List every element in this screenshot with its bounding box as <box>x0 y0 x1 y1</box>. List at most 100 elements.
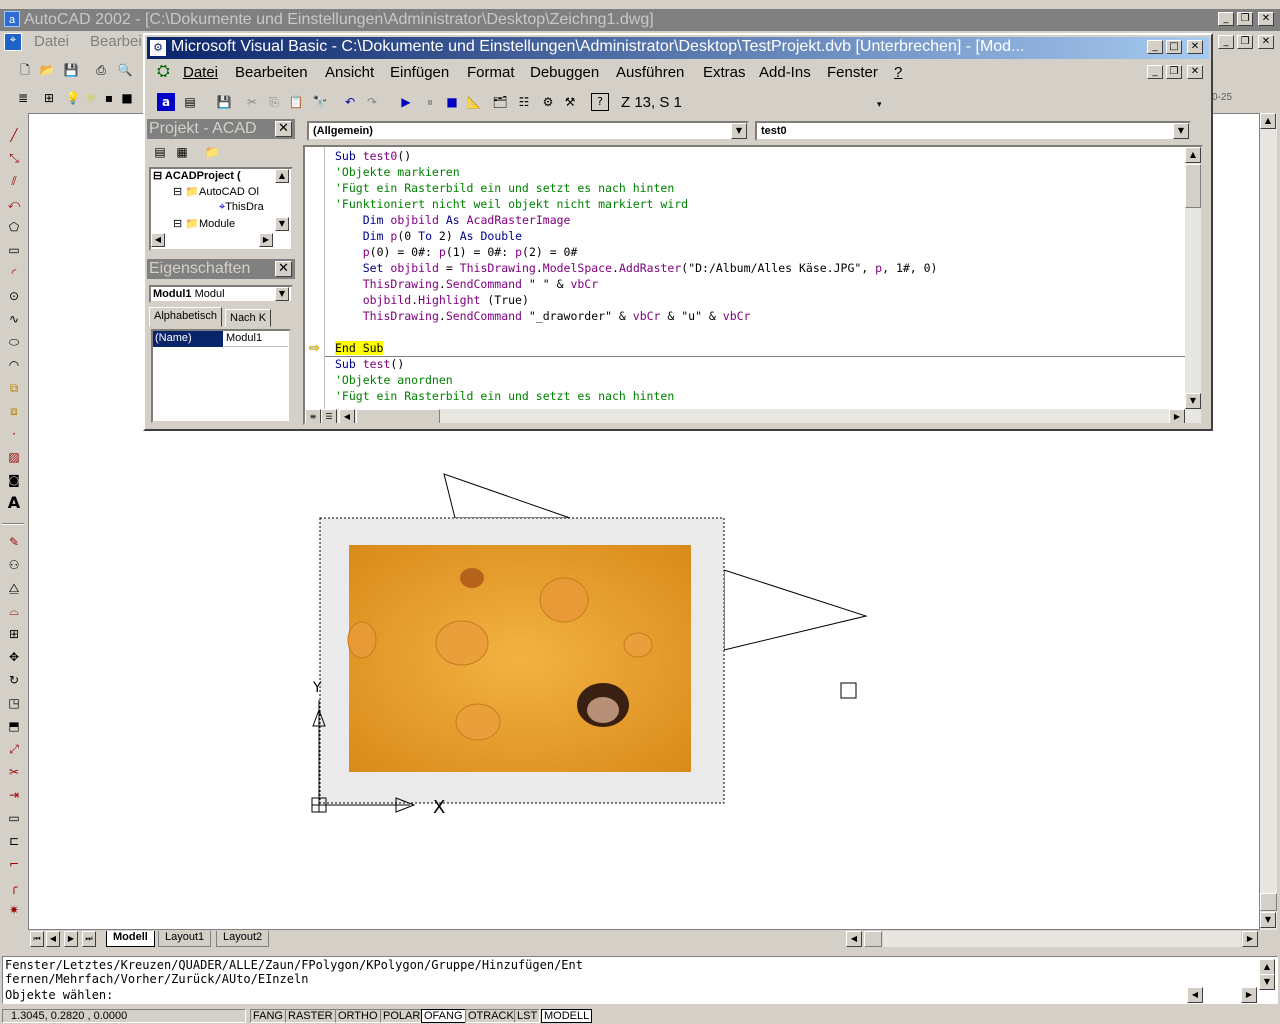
object-combo[interactable]: (Allgemein) ▼ <box>307 121 749 141</box>
vba-close-button[interactable]: ✕ <box>1187 40 1203 54</box>
code-vscroll-thumb[interactable] <box>1185 164 1201 208</box>
procedure-combo-value: test0 <box>761 125 787 137</box>
hscroll-right-icon[interactable]: ▶ <box>1242 931 1258 947</box>
hscroll-thumb[interactable] <box>864 931 882 947</box>
code-scroll-up-icon[interactable]: ▲ <box>1185 147 1201 163</box>
help-icon[interactable]: ? <box>591 93 609 111</box>
break-icon[interactable]: ⏸ <box>421 93 439 111</box>
props-tab-category[interactable]: Nach K <box>225 309 272 327</box>
find-icon[interactable]: 🔭 <box>311 93 329 111</box>
project-close-button[interactable]: ✕ <box>275 121 292 137</box>
module-close-button[interactable]: ✕ <box>1187 65 1203 79</box>
code-hscroll-thumb[interactable] <box>356 409 440 423</box>
status-raster[interactable]: RASTER <box>285 1009 336 1023</box>
status-fang[interactable]: FANG <box>250 1009 286 1023</box>
status-otrack[interactable]: OTRACK <box>465 1009 517 1023</box>
status-ofang[interactable]: OFANG <box>421 1009 466 1023</box>
toolbar-more-icon[interactable]: ▾ <box>877 99 882 110</box>
command-window[interactable]: Fenster/Letztes/Kreuzen/QUADER/ALLE/Zaun… <box>2 956 1278 1004</box>
code-scroll-down-icon[interactable]: ▼ <box>1185 393 1201 409</box>
toggle-folders-icon[interactable]: 📁 <box>203 143 221 161</box>
cmd-hscroll-left-icon[interactable]: ◀ <box>1187 987 1203 1003</box>
menu-einfuegen[interactable]: Einfügen <box>390 64 449 81</box>
properties-icon[interactable]: ☷ <box>515 93 533 111</box>
menu-ausfuehren[interactable]: Ausführen <box>616 64 684 81</box>
cut-icon[interactable]: ✂ <box>243 93 261 111</box>
cmd-scroll-down-icon[interactable]: ▼ <box>1259 974 1275 990</box>
run-icon[interactable]: ▶ <box>397 93 415 111</box>
menu-bearbeiten[interactable]: Bearbeiten <box>235 64 308 81</box>
props-dropdown-icon[interactable]: ▼ <box>275 287 289 301</box>
status-polar[interactable]: POLAR <box>380 1009 424 1023</box>
tree-node-thisdrawing[interactable]: ⌖ThisDra <box>219 201 264 214</box>
view-code-icon[interactable]: ▤ <box>151 143 169 161</box>
code-editor[interactable]: ⇨ Sub test0() 'Objekte markieren 'Fügt e… <box>303 145 1203 425</box>
props-grid[interactable]: (Name) Modul1 <box>151 329 291 423</box>
menu-addins[interactable]: Add-Ins <box>759 64 811 81</box>
insert-module-icon[interactable]: ▤ <box>181 93 199 111</box>
hscroll-left-icon[interactable]: ◀ <box>846 931 862 947</box>
tree-vscroll-up-icon[interactable]: ▲ <box>275 169 289 183</box>
procedure-view-icon[interactable]: ≡ <box>305 409 321 423</box>
design-mode-icon[interactable]: 📐 <box>465 93 483 111</box>
hscroll-track[interactable] <box>883 931 1241 947</box>
status-lst[interactable]: LST <box>514 1009 541 1023</box>
tree-node-objects[interactable]: ⊟ 📁AutoCAD Ol <box>173 185 259 198</box>
module-icon[interactable]: ⛭ <box>157 63 170 81</box>
procedure-combo-dropdown-icon[interactable]: ▼ <box>1173 123 1189 139</box>
menu-debuggen[interactable]: Debuggen <box>530 64 599 81</box>
code-hscroll-left-icon[interactable]: ◀ <box>339 409 355 423</box>
project-tree[interactable]: ⊟ ACADProject ( ⊟ 📁AutoCAD Ol ⌖ThisDra ⊟… <box>149 167 293 251</box>
procedure-separator <box>325 356 1185 357</box>
save-icon[interactable]: 💾 <box>215 93 233 111</box>
module-restore-button[interactable]: ❐ <box>1166 65 1182 79</box>
reset-icon[interactable]: ■ <box>443 93 461 111</box>
object-combo-dropdown-icon[interactable]: ▼ <box>731 123 747 139</box>
tree-vscroll-down-icon[interactable]: ▼ <box>275 217 289 231</box>
props-tab-alpha[interactable]: Alphabetisch <box>149 307 222 327</box>
prop-value-cell[interactable]: Modul1 <box>224 331 288 347</box>
tree-node-project[interactable]: ⊟ ACADProject ( <box>153 169 241 182</box>
props-object-select[interactable]: Modul1 Modul ▼ <box>149 285 293 303</box>
tab-layout1[interactable]: Layout1 <box>158 931 212 947</box>
status-modell[interactable]: MODELL <box>541 1009 593 1023</box>
tree-node-modules[interactable]: ⊟ 📁Module <box>173 217 235 230</box>
vba-app-icon[interactable]: ⚙ <box>149 39 167 57</box>
full-module-view-icon[interactable]: ☰ <box>321 409 337 423</box>
status-ortho[interactable]: ORTHO <box>335 1009 381 1023</box>
tree-hscroll-left-icon[interactable]: ◀ <box>151 233 165 247</box>
view-object-icon[interactable]: ▦ <box>173 143 191 161</box>
redo-icon[interactable]: ↷ <box>363 93 381 111</box>
code-vscroll[interactable]: ▲ ▼ <box>1185 147 1201 409</box>
code-hscroll-right-icon[interactable]: ▶ <box>1169 409 1185 423</box>
tree-hscroll-right-icon[interactable]: ▶ <box>259 233 273 247</box>
menu-extras[interactable]: Extras <box>703 64 746 81</box>
acad-view-icon[interactable]: a <box>157 93 175 111</box>
cmd-hscroll-right-icon[interactable]: ▶ <box>1241 987 1257 1003</box>
props-close-button[interactable]: ✕ <box>275 261 292 277</box>
menu-ansicht[interactable]: Ansicht <box>325 64 374 81</box>
copy-icon[interactable]: ⎘ <box>265 93 283 111</box>
menu-format[interactable]: Format <box>467 64 515 81</box>
tab-first-icon[interactable]: ⏮ <box>30 931 44 947</box>
tab-modell[interactable]: Modell <box>106 931 155 947</box>
menu-help[interactable]: ? <box>894 64 902 81</box>
vba-maximize-button[interactable]: □ <box>1166 40 1182 54</box>
object-browser-icon[interactable]: ⚙ <box>539 93 557 111</box>
procedure-combo[interactable]: test0 ▼ <box>755 121 1191 141</box>
project-explorer-icon[interactable]: 🗂 <box>491 93 509 111</box>
tab-next-icon[interactable]: ▶ <box>64 931 78 947</box>
menu-datei[interactable]: Datei <box>183 64 218 81</box>
vba-minimize-button[interactable]: _ <box>1147 40 1163 54</box>
tab-last-icon[interactable]: ⏭ <box>82 931 96 947</box>
code-hscroll[interactable]: ≡ ☰ ◀ ▶ <box>305 409 1201 423</box>
module-minimize-button[interactable]: _ <box>1147 65 1163 79</box>
tab-layout2[interactable]: Layout2 <box>216 931 270 947</box>
undo-icon[interactable]: ↶ <box>341 93 359 111</box>
prop-name-cell[interactable]: (Name) <box>153 331 223 347</box>
menu-fenster[interactable]: Fenster <box>827 64 878 81</box>
toolbox-icon[interactable]: ⚒ <box>561 93 579 111</box>
cmd-scroll-up-icon[interactable]: ▲ <box>1259 959 1275 975</box>
tab-prev-icon[interactable]: ◀ <box>46 931 60 947</box>
paste-icon[interactable]: 📋 <box>287 93 305 111</box>
